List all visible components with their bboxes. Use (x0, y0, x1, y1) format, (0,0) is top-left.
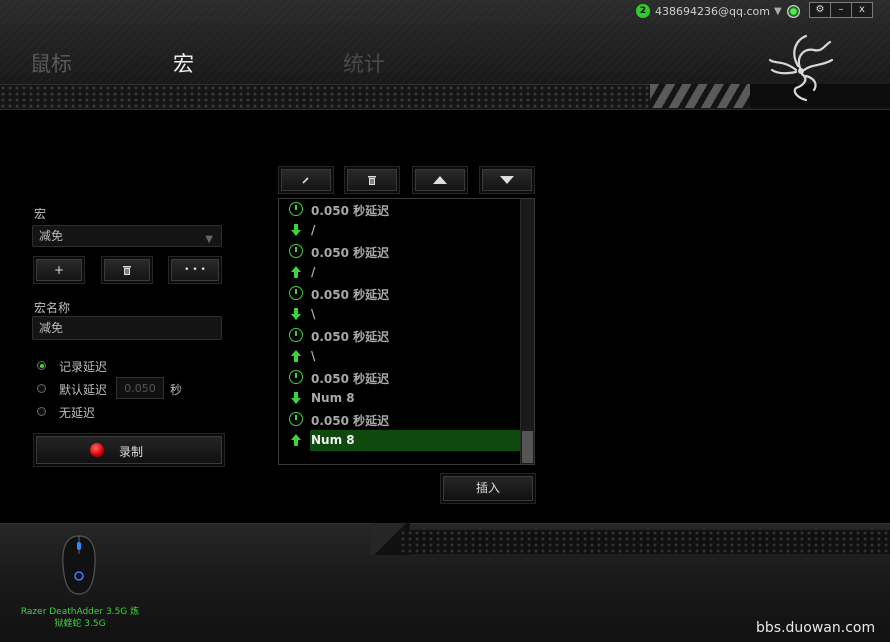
macro-step-text: / (311, 265, 316, 279)
clock-icon (289, 244, 303, 258)
macro-name-input[interactable]: 减免 (32, 316, 222, 340)
radio-record-delay[interactable] (37, 361, 46, 370)
footer-hex-band (400, 530, 890, 554)
mouse-device-icon[interactable] (58, 534, 100, 596)
macro-step-text: 0.050 秒延迟 (311, 372, 390, 386)
trash-icon (368, 176, 376, 185)
key-up-arrow-icon (291, 266, 301, 278)
pencil-icon (302, 177, 309, 184)
macro-select[interactable]: 减免 ▼ (32, 225, 222, 247)
macro-step-row[interactable]: \ (279, 346, 521, 367)
move-down-button[interactable] (482, 169, 532, 191)
record-label: 录制 (119, 445, 144, 459)
tab-mouse[interactable]: 鼠标 (30, 48, 72, 78)
macro-step-text: 0.050 秒延迟 (311, 330, 390, 344)
default-delay-input[interactable]: 0.050 (116, 377, 164, 399)
delay-unit-label: 秒 (170, 383, 183, 397)
key-up-arrow-icon (291, 350, 301, 362)
gear-icon[interactable]: ⚙ (809, 2, 831, 18)
macro-name-value: 减免 (39, 321, 64, 335)
macro-step-row[interactable]: 0.050 秒延迟 (279, 409, 521, 430)
macro-step-row[interactable]: 0.050 秒延迟 (279, 325, 521, 346)
account-email[interactable]: 438694236@qq.com (655, 5, 770, 18)
macro-step-row[interactable]: Num 8 (279, 388, 521, 409)
macro-label: 宏 (34, 207, 47, 221)
key-down-arrow-icon (291, 224, 301, 236)
macro-step-row[interactable]: 0.050 秒延迟 (279, 241, 521, 262)
macro-step-text: 0.050 秒延迟 (311, 246, 390, 260)
macro-step-row[interactable]: Num 8 (279, 430, 521, 451)
delete-macro-button[interactable] (104, 259, 150, 281)
tab-macro[interactable]: 宏 (173, 48, 194, 78)
key-down-arrow-icon (291, 308, 301, 320)
trash-icon (123, 266, 131, 275)
delete-step-button[interactable] (347, 169, 397, 191)
macro-step-row[interactable]: 0.050 秒延迟 (279, 283, 521, 304)
minimize-button[interactable]: – (830, 2, 852, 18)
key-up-arrow-icon (291, 434, 301, 446)
macro-step-text: 0.050 秒延迟 (311, 204, 390, 218)
macro-name-label: 宏名称 (34, 301, 71, 315)
tab-stats[interactable]: 统计 (343, 48, 385, 78)
radio-default-delay[interactable] (37, 384, 46, 393)
insert-button[interactable]: 插入 (443, 476, 533, 501)
account-bar: 2 438694236@qq.com ▼ (636, 3, 800, 19)
clock-icon (289, 412, 303, 426)
macro-step-text: \ (311, 307, 316, 321)
macro-step-row[interactable]: / (279, 220, 521, 241)
move-down-icon (500, 176, 514, 184)
notification-badge[interactable]: 2 (636, 4, 650, 18)
synapse-status-icon[interactable] (786, 4, 800, 18)
macro-step-row[interactable]: \ (279, 304, 521, 325)
radio-no-delay[interactable] (37, 407, 46, 416)
macro-step-text: Num 8 (311, 391, 355, 405)
no-delay-label: 无延迟 (59, 406, 96, 420)
device-name-line1: Razer DeathAdder 3.5G 炼 (20, 607, 140, 617)
clock-icon (289, 370, 303, 384)
record-icon (90, 443, 104, 457)
close-button[interactable]: x (851, 2, 873, 18)
razer-logo-icon (768, 34, 834, 102)
scrollbar-thumb[interactable] (522, 431, 533, 463)
macro-step-row[interactable]: 0.050 秒延迟 (279, 367, 521, 388)
caret-down-icon[interactable]: ▼ (774, 6, 782, 17)
macro-step-text: \ (311, 349, 316, 363)
macro-step-text: Num 8 (311, 433, 355, 447)
macro-step-row[interactable]: / (279, 262, 521, 283)
macro-select-value: 减免 (39, 229, 64, 243)
key-down-arrow-icon (291, 392, 301, 404)
record-button[interactable]: 录制 (36, 436, 222, 464)
clock-icon (289, 202, 303, 216)
more-options-button[interactable]: • • • (171, 259, 219, 281)
device-name-line2: 狱蝰蛇 3.5G (54, 619, 106, 629)
edit-step-button[interactable] (281, 169, 331, 191)
record-delay-label: 记录延迟 (59, 360, 108, 374)
header-stripes (650, 84, 750, 108)
macro-step-row[interactable]: 0.050 秒延迟 (279, 199, 521, 220)
add-macro-button[interactable]: + (36, 259, 82, 281)
clock-icon (289, 286, 303, 300)
scrollbar[interactable] (520, 199, 534, 464)
macro-step-list[interactable]: 0.050 秒延迟 / 0.050 秒延迟 / 0.050 秒延迟 \ 0.050 秒延迟 \… (278, 198, 535, 465)
move-up-button[interactable] (415, 169, 465, 191)
move-up-icon (433, 176, 447, 184)
device-name: Razer DeathAdder 3.5G 炼 狱蝰蛇 3.5G (10, 606, 150, 630)
default-delay-label: 默认延迟 (59, 383, 108, 397)
watermark: bbs.duowan.com (756, 620, 876, 636)
window-controls: ⚙ – x (809, 2, 873, 18)
chevron-down-icon: ▼ (205, 234, 213, 245)
macro-step-text: / (311, 223, 316, 237)
macro-step-text: 0.050 秒延迟 (311, 288, 390, 302)
macro-step-text: 0.050 秒延迟 (311, 414, 390, 428)
clock-icon (289, 328, 303, 342)
